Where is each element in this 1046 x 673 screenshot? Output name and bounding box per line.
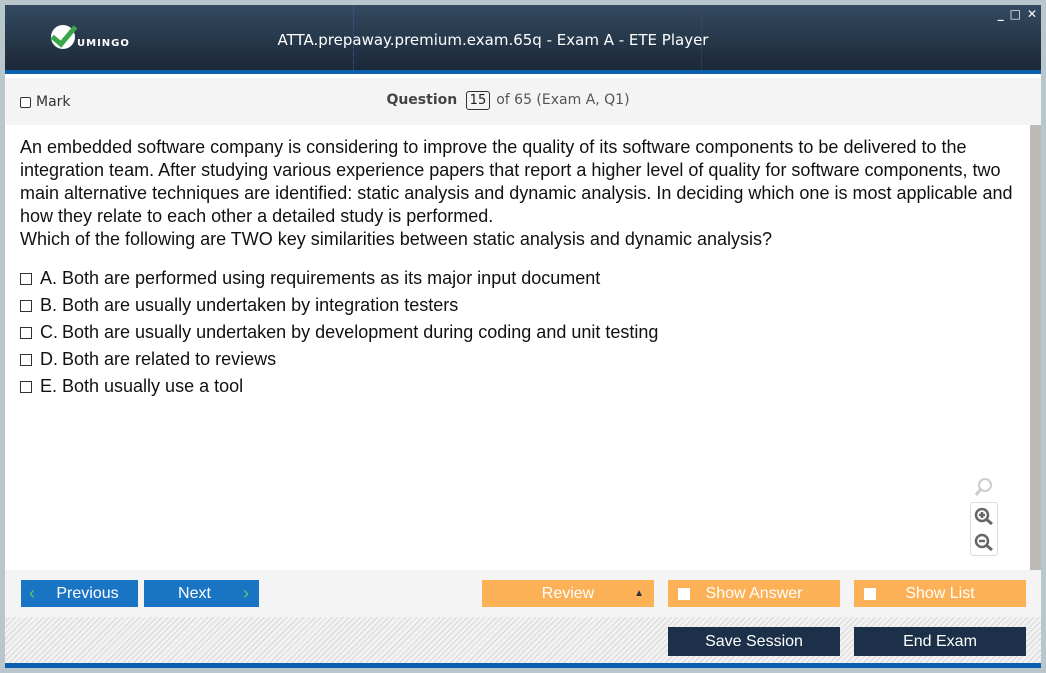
zoom-in-icon[interactable] (973, 506, 995, 526)
checkbox-icon[interactable] (864, 587, 876, 600)
option-letter: E. (40, 376, 58, 396)
chevron-right-icon: › (243, 583, 249, 603)
chevron-left-icon: ‹ (29, 583, 35, 603)
review-label: Review (541, 584, 595, 602)
question-label: Question (386, 92, 458, 108)
title-bar: UMINGO ATTA.prepaway.premium.exam.65q - … (5, 5, 1041, 74)
question-prompt: Which of the following are TWO key simil… (20, 229, 772, 249)
minimize-button[interactable]: _ (998, 7, 1004, 21)
question-content: An embedded software company is consider… (5, 125, 1030, 570)
previous-label: Previous (56, 584, 119, 602)
previous-button[interactable]: ‹ Previous (21, 580, 138, 607)
show-answer-label: Show Answer (705, 584, 803, 602)
save-session-button[interactable]: Save Session (668, 627, 840, 656)
navigation-bar: ‹ Previous Next › Review ▲ Show Answer Show… (5, 570, 1041, 617)
question-toolbar: Mark Question 15 of 65 (Exam A, Q1) (5, 78, 1041, 125)
checkbox-icon[interactable] (20, 326, 32, 339)
option-text: Both are usually undertaken by integrati… (62, 295, 459, 315)
maximize-button[interactable]: □ (1010, 7, 1021, 21)
option-e[interactable]: E. Both usually use a tool (20, 373, 1015, 400)
option-text: Both are performed using requirements as… (62, 268, 601, 288)
option-letter: A. (40, 268, 58, 288)
end-exam-button[interactable]: End Exam (854, 627, 1026, 656)
checkbox-icon[interactable] (20, 380, 32, 393)
question-number-input[interactable]: 15 (465, 91, 491, 110)
option-letter: C. (40, 322, 58, 342)
review-button[interactable]: Review ▲ (482, 580, 654, 607)
show-answer-toggle[interactable]: Show Answer (668, 580, 840, 607)
option-text: Both are related to reviews (62, 349, 277, 369)
window-controls: _ □ ✕ (998, 7, 1037, 21)
checkbox-icon[interactable] (20, 299, 32, 312)
zoom-controls (970, 476, 998, 556)
option-letter: D. (40, 349, 58, 369)
zoom-out-icon[interactable] (973, 532, 995, 552)
option-text: Both usually use a tool (62, 376, 244, 396)
next-button[interactable]: Next › (144, 580, 259, 607)
option-d[interactable]: D. Both are related to reviews (20, 346, 1015, 373)
exam-player-window: UMINGO ATTA.prepaway.premium.exam.65q - … (5, 5, 1041, 668)
magnifier-icon[interactable] (973, 476, 995, 498)
question-text: An embedded software company is consider… (20, 137, 1013, 226)
scrollbar[interactable] (1030, 125, 1041, 570)
answer-options: A. Both are performed using requirements … (20, 265, 1015, 400)
checkbox-icon[interactable] (20, 272, 32, 285)
option-c[interactable]: C. Both are usually undertaken by develop… (20, 319, 1015, 346)
bottom-border (5, 663, 1041, 668)
window-title: ATTA.prepaway.premium.exam.65q - Exam A … (277, 31, 709, 49)
next-label: Next (178, 584, 211, 602)
option-a[interactable]: A. Both are performed using requirements … (20, 265, 1015, 292)
show-list-toggle[interactable]: Show List (854, 580, 1026, 607)
footer-bar: Save Session End Exam (5, 617, 1041, 663)
option-letter: B. (40, 295, 58, 315)
show-list-label: Show List (905, 584, 975, 602)
close-button[interactable]: ✕ (1027, 7, 1037, 21)
option-text: Both are usually undertaken by developme… (62, 322, 659, 342)
question-indicator: Question 15 of 65 (Exam A, Q1) (5, 91, 1041, 110)
question-total: of 65 (Exam A, Q1) (496, 92, 630, 108)
checkbox-icon[interactable] (20, 353, 32, 366)
caret-up-icon: ▲ (634, 588, 644, 599)
checkbox-icon[interactable] (678, 587, 690, 600)
option-b[interactable]: B. Both are usually undertaken by integra… (20, 292, 1015, 319)
